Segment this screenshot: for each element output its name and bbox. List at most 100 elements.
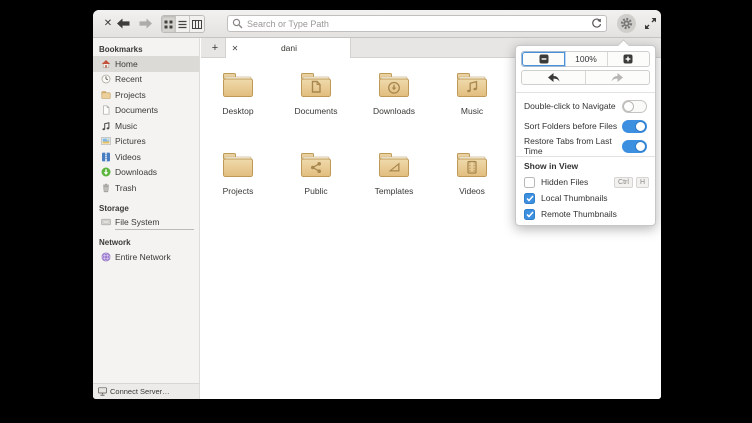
clock-icon: [101, 74, 111, 84]
sidebar-item-projects[interactable]: Projects: [93, 87, 199, 103]
menu-item-double-click[interactable]: Double-click to Navigate: [524, 96, 647, 116]
sidebar-item-label: Downloads: [115, 167, 158, 178]
sidebar-item-videos[interactable]: Videos: [93, 149, 199, 165]
check-icon: [525, 211, 534, 218]
sidebar-section-bookmarks: Bookmarks: [99, 45, 143, 54]
harddisk-icon: [101, 219, 111, 226]
history-control: [521, 70, 650, 85]
sort-folders-toggle[interactable]: [622, 119, 647, 133]
search-placeholder: Search or Type Path: [247, 18, 329, 29]
sidebar-item-downloads[interactable]: Downloads: [93, 165, 199, 181]
window-close-button[interactable]: ✕: [101, 17, 115, 31]
column-view-icon: [192, 19, 202, 29]
menu-separator: [516, 92, 655, 93]
new-tab-button[interactable]: +: [205, 38, 225, 58]
restore-tabs-toggle[interactable]: [622, 139, 647, 153]
sidebar-item-label: Videos: [115, 151, 141, 162]
folder-projects[interactable]: Projects: [206, 150, 270, 202]
menu-separator: [516, 156, 655, 157]
tab-dani[interactable]: ✕ dani: [225, 38, 351, 58]
menu-forward-icon: [611, 73, 623, 82]
sidebar-item-label: Home: [115, 58, 138, 69]
folder-templates-icon: [379, 153, 409, 177]
forward-arrow-icon[interactable]: [139, 18, 152, 29]
local-thumbnails-checkbox[interactable]: [524, 192, 535, 204]
download-circle-icon: [101, 167, 111, 177]
connect-server-button[interactable]: Connect Server…: [93, 383, 200, 399]
search-input[interactable]: Search or Type Path: [227, 15, 607, 32]
menu-forward-button[interactable]: [586, 71, 649, 84]
folder-label: Projects: [222, 186, 254, 196]
sidebar-item-recent[interactable]: Recent: [93, 72, 199, 88]
check-icon: [525, 195, 534, 202]
sidebar-item-file-system[interactable]: File System: [93, 215, 199, 230]
fullscreen-icon[interactable]: [644, 17, 657, 30]
sidebar-item-label: Entire Network: [115, 251, 171, 262]
sidebar-item-label: Recent: [115, 74, 142, 85]
tab-close-icon[interactable]: ✕: [226, 44, 244, 53]
music-note-icon: [102, 121, 110, 131]
shortcut-key-ctrl: Ctrl: [614, 176, 633, 188]
folder-documents-icon: [301, 73, 331, 97]
folder-label: Documents: [294, 106, 338, 116]
view-switcher: [161, 15, 205, 33]
folder-label: Music: [460, 106, 484, 116]
network-globe-icon: [101, 252, 111, 262]
hidden-files-checkbox[interactable]: [524, 176, 535, 188]
folder-label: Templates: [374, 186, 414, 196]
toolbar: ✕ Search or Type Path: [93, 10, 661, 38]
folder-label: Videos: [459, 186, 485, 196]
settings-popover: 100% Double-click to Navigate Sort Folde…: [515, 39, 656, 226]
menu-item-hidden-files[interactable]: Hidden Files Ctrl H: [524, 174, 649, 190]
sidebar-item-music[interactable]: Music: [93, 118, 199, 134]
folder-downloads[interactable]: Downloads: [362, 70, 426, 122]
tab-label: dani: [280, 43, 298, 53]
zoom-control: 100%: [521, 51, 650, 67]
folder-desktop[interactable]: Desktop: [206, 70, 270, 122]
show-in-view-header: Show in View: [524, 161, 579, 171]
sidebar-item-pictures[interactable]: Pictures: [93, 134, 199, 150]
menu-item-label: Sort Folders before Files: [524, 121, 618, 131]
sidebar-item-documents[interactable]: Documents: [93, 103, 199, 119]
menu-item-remote-thumbnails[interactable]: Remote Thumbnails: [524, 206, 649, 222]
list-view-button[interactable]: [176, 16, 190, 32]
menu-item-label: Double-click to Navigate: [524, 101, 616, 111]
column-view-button[interactable]: [190, 16, 204, 32]
zoom-level-label: 100%: [565, 52, 608, 66]
zoom-in-button[interactable]: [608, 52, 649, 66]
folder-music[interactable]: Music: [440, 70, 504, 122]
sidebar-item-entire-network[interactable]: Entire Network: [93, 249, 199, 265]
folder-documents[interactable]: Documents: [284, 70, 348, 122]
folder-icon: [101, 90, 111, 99]
folder-icon: [223, 73, 253, 97]
sidebar-item-label: Pictures: [115, 136, 146, 147]
sidebar-item-label: Music: [115, 120, 138, 131]
folder-public-icon: [301, 153, 331, 177]
connect-server-label: Connect Server…: [110, 387, 170, 396]
folder-templates[interactable]: Templates: [362, 150, 426, 202]
grid-view-button[interactable]: [162, 16, 176, 32]
gear-icon: [620, 17, 633, 30]
folder-videos[interactable]: Videos: [440, 150, 504, 202]
folder-label: Desktop: [222, 106, 254, 116]
settings-menu-button[interactable]: [617, 14, 636, 33]
folder-public[interactable]: Public: [284, 150, 348, 202]
double-click-toggle[interactable]: [622, 99, 647, 113]
refresh-icon[interactable]: [591, 18, 602, 29]
remote-thumbnails-checkbox[interactable]: [524, 208, 535, 220]
search-icon: [232, 18, 243, 29]
folder-label: Public: [304, 186, 328, 196]
sidebar-item-home[interactable]: Home: [93, 56, 199, 72]
menu-item-restore-tabs[interactable]: Restore Tabs from Last Time: [524, 136, 647, 156]
trash-icon: [103, 183, 109, 192]
menu-back-button[interactable]: [522, 71, 586, 84]
sidebar-item-label: Documents: [115, 105, 158, 116]
sidebar-item-label: Projects: [115, 89, 146, 100]
zoom-out-button[interactable]: [522, 52, 566, 66]
menu-item-label: Local Thumbnails: [541, 193, 608, 203]
sidebar-item-trash[interactable]: Trash: [93, 180, 199, 196]
back-arrow-icon[interactable]: [117, 18, 130, 29]
menu-item-sort-folders[interactable]: Sort Folders before Files: [524, 116, 647, 136]
menu-item-local-thumbnails[interactable]: Local Thumbnails: [524, 190, 649, 206]
menu-item-label: Remote Thumbnails: [541, 209, 617, 219]
